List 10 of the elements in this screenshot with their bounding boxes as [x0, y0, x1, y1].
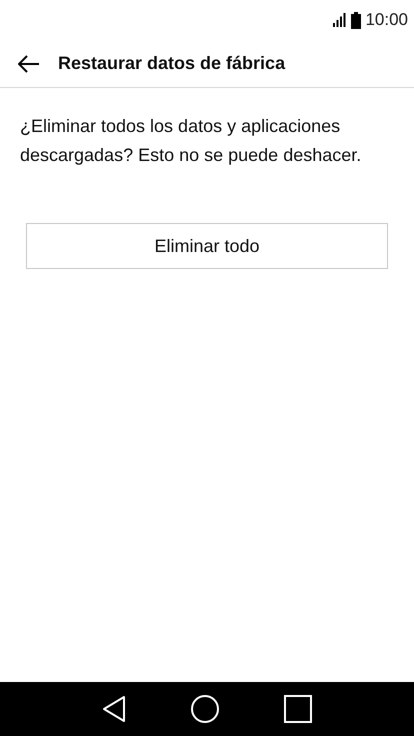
back-arrow-icon — [18, 54, 40, 72]
signal-icon — [333, 13, 348, 27]
status-time: 10:00 — [365, 9, 408, 32]
home-nav-icon[interactable] — [190, 694, 220, 724]
erase-all-button[interactable]: Eliminar todo — [26, 223, 388, 269]
recents-nav-icon[interactable] — [284, 695, 312, 723]
battery-icon — [351, 12, 362, 28]
back-nav-icon[interactable] — [102, 695, 126, 723]
screen-title: Restaurar datos de fábrica — [58, 52, 286, 75]
warning-message: ¿Eliminar todos los datos y aplicaciones descargadas? Esto no se puede deshacer. — [20, 115, 362, 167]
